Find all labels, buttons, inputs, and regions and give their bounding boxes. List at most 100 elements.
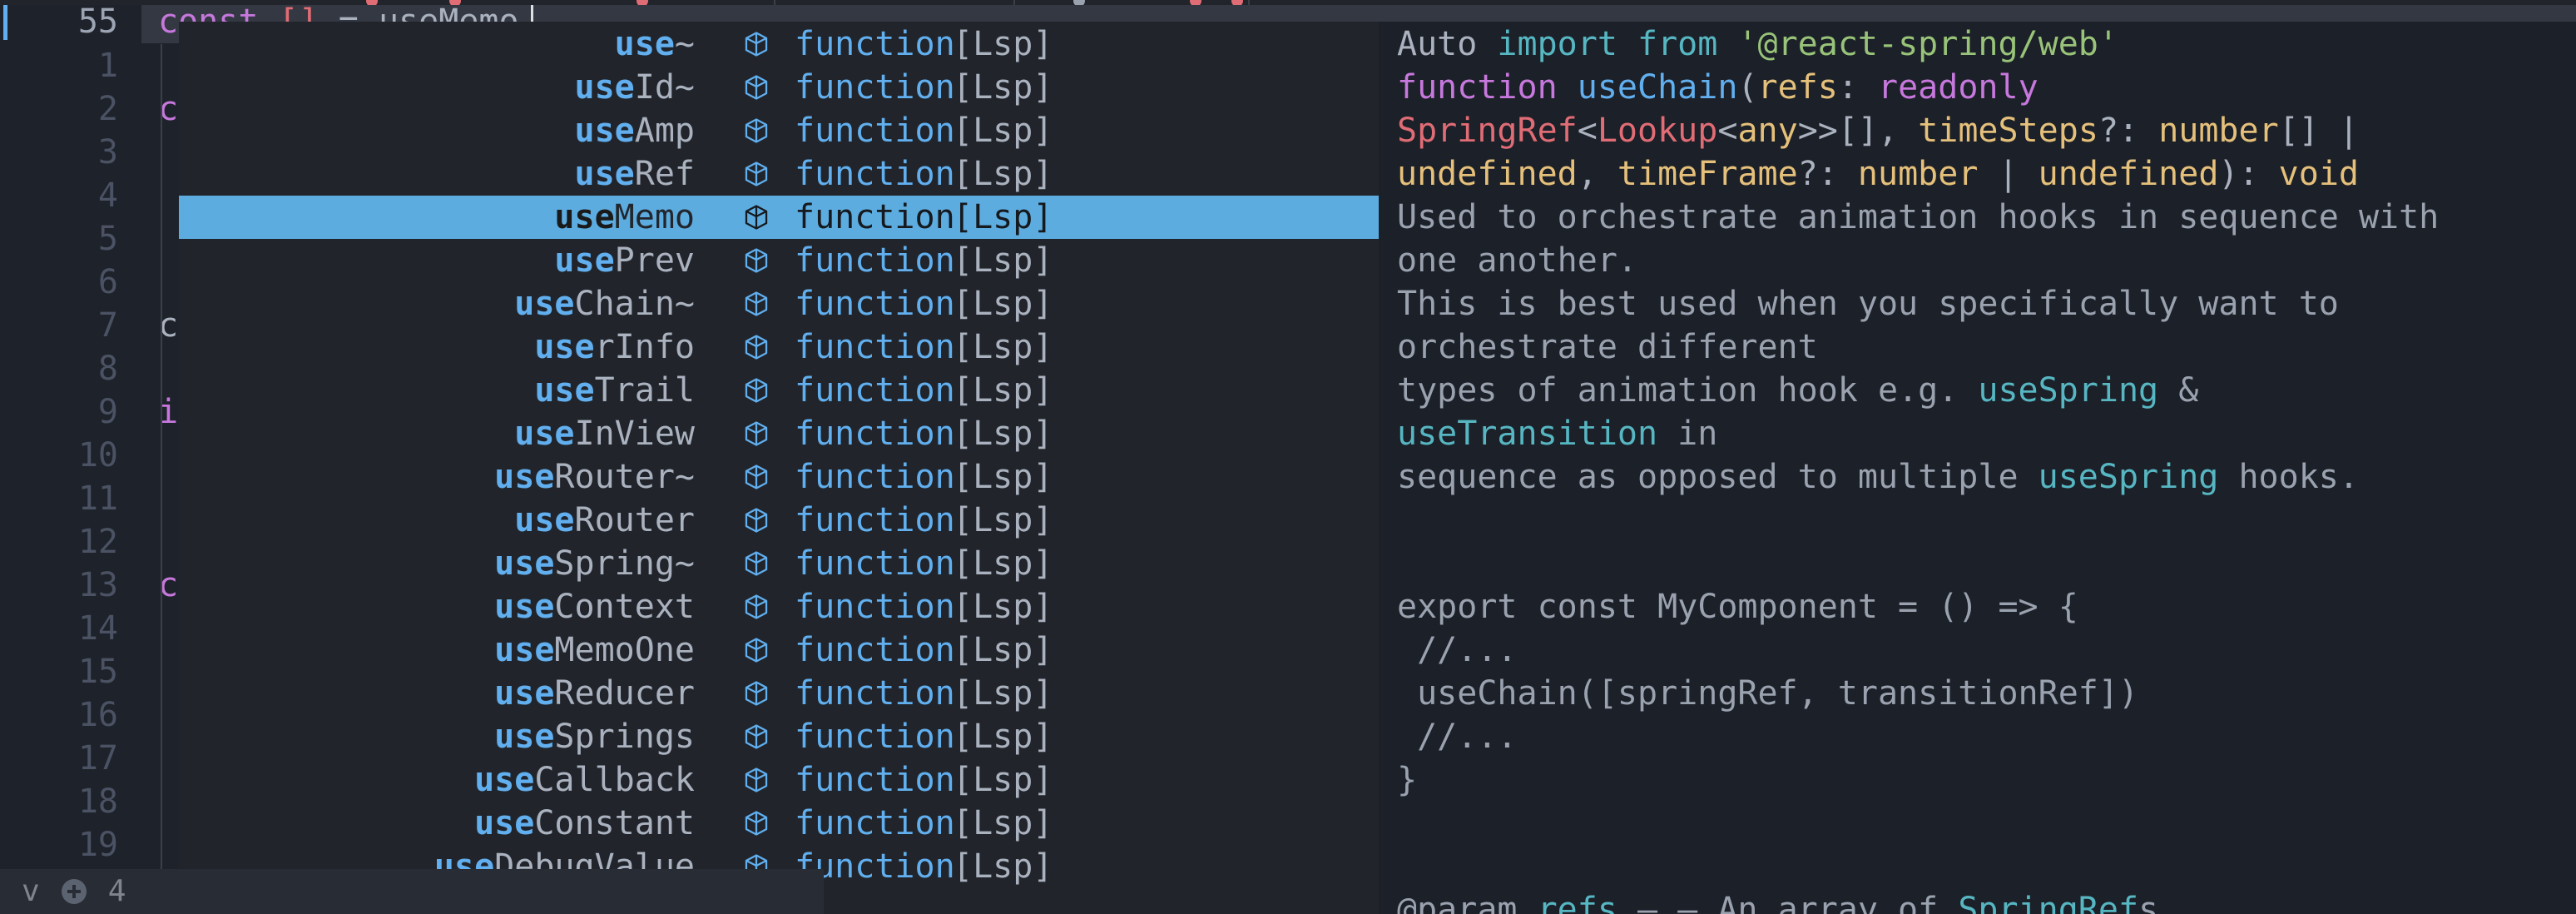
- completion-source: [Lsp]: [953, 198, 1053, 236]
- completion-item[interactable]: useTrail function [Lsp]: [179, 369, 1379, 412]
- completion-kind: function: [795, 588, 955, 626]
- doc-line: undefined, timeFrame?: number | undefine…: [1397, 152, 2359, 196]
- line-number: 18: [77, 782, 118, 821]
- documentation-panel[interactable]: Auto import from '@react-spring/web' func…: [1379, 22, 2576, 914]
- cube-icon: [738, 329, 775, 365]
- completion-item[interactable]: useAmp function [Lsp]: [179, 109, 1379, 152]
- completion-match-prefix: use: [514, 501, 575, 539]
- completion-kind: function: [795, 458, 955, 496]
- sliver-dot-3: [637, 0, 648, 5]
- doc-token: import from: [1497, 25, 1738, 63]
- doc-token: |: [1978, 155, 2039, 193]
- completion-item[interactable]: useChain~ function [Lsp]: [179, 282, 1379, 325]
- completion-item[interactable]: usePrev function [Lsp]: [179, 239, 1379, 282]
- completion-item[interactable]: useReducer function [Lsp]: [179, 672, 1379, 715]
- completion-match-prefix: use: [534, 328, 595, 366]
- completion-kind: function: [795, 674, 955, 713]
- completion-item[interactable]: useCallback function [Lsp]: [179, 758, 1379, 802]
- cube-icon: [738, 675, 775, 712]
- doc-token: types of animation hook e.g.: [1397, 371, 1979, 410]
- completion-label-rest: Router: [574, 501, 696, 539]
- completion-match-prefix: use: [534, 371, 595, 410]
- completion-item[interactable]: useSpring~ function [Lsp]: [179, 542, 1379, 585]
- completion-label-rest: InView: [574, 415, 696, 453]
- completion-label: useChain~: [179, 282, 695, 325]
- doc-token: s.: [2138, 891, 2179, 914]
- completion-item[interactable]: useRouter~ function [Lsp]: [179, 455, 1379, 499]
- doc-token: void: [2278, 155, 2359, 193]
- doc-token: useChain([springRef, transitionRef]): [1397, 674, 2139, 713]
- completion-item[interactable]: useContext function [Lsp]: [179, 585, 1379, 628]
- cube-icon: [738, 762, 775, 798]
- completion-item[interactable]: userInfo function [Lsp]: [179, 325, 1379, 369]
- doc-token: SpringRef: [1958, 891, 2139, 914]
- completion-source: [Lsp]: [953, 241, 1053, 280]
- doc-token: refs: [1537, 891, 1617, 914]
- completion-kind: function: [795, 501, 955, 539]
- completion-label: useRouter: [179, 499, 695, 542]
- completion-source: [Lsp]: [953, 804, 1053, 842]
- completion-kind: function: [795, 544, 955, 583]
- cube-icon: [738, 502, 775, 539]
- sliver-dot-4: [1073, 0, 1085, 5]
- completion-label: useReducer: [179, 672, 695, 715]
- sliver-separator-1: [774, 0, 775, 5]
- completion-item[interactable]: useSprings function [Lsp]: [179, 715, 1379, 758]
- doc-line: //...: [1397, 628, 1517, 672]
- completion-item[interactable]: useRef function [Lsp]: [179, 152, 1379, 196]
- doc-token: ?:: [1797, 155, 1858, 193]
- doc-line: export const MyComponent = () => {: [1397, 585, 2078, 628]
- doc-line: }: [1397, 758, 1417, 802]
- doc-line: orchestrate different: [1397, 325, 1818, 369]
- doc-token: function: [1397, 68, 1578, 107]
- completion-label-rest: MemoOne: [554, 631, 695, 669]
- doc-line: types of animation hook e.g. useSpring &: [1397, 369, 2198, 412]
- completion-label: userInfo: [179, 325, 695, 369]
- completion-match-prefix: use: [574, 155, 635, 193]
- completion-label: usePrev: [179, 239, 695, 282]
- autocomplete-popup[interactable]: use~ function [Lsp] useId~ function [Lsp] useA…: [179, 22, 1379, 914]
- completion-label-rest: rInfo: [594, 328, 695, 366]
- completion-label-rest: Context: [554, 588, 695, 626]
- completion-match-prefix: use: [574, 68, 635, 107]
- doc-line: Used to orchestrate animation hooks in s…: [1397, 196, 2439, 239]
- plus-circle-icon[interactable]: [61, 879, 87, 904]
- line-number: 14: [77, 609, 118, 648]
- line-number: 5: [97, 220, 118, 258]
- completion-item[interactable]: useMemo function [Lsp]: [179, 196, 1379, 239]
- doc-token: timeFrame: [1617, 155, 1798, 193]
- doc-token: (: [1737, 68, 1758, 107]
- completion-item[interactable]: useInView function [Lsp]: [179, 412, 1379, 455]
- sliver-separator-3: [1248, 0, 1250, 5]
- doc-token: ):: [2218, 155, 2279, 193]
- completion-kind: function: [795, 761, 955, 799]
- doc-line: one another.: [1397, 239, 1637, 282]
- doc-token: export const MyComponent = () => {: [1397, 588, 2078, 626]
- status-bar[interactable]: v 4: [0, 869, 824, 914]
- cube-icon: [738, 372, 775, 409]
- completion-label-rest: Id~: [634, 68, 695, 107]
- completion-label-rest: Memo: [614, 198, 695, 236]
- doc-token: useTransition: [1397, 415, 1658, 453]
- completion-item[interactable]: use~ function [Lsp]: [179, 22, 1379, 66]
- completion-item[interactable]: useRouter function [Lsp]: [179, 499, 1379, 542]
- doc-token: ,: [1577, 155, 1617, 193]
- completion-kind: function: [795, 371, 955, 410]
- completion-match-prefix: use: [554, 198, 615, 236]
- line-number: 55: [77, 2, 118, 41]
- doc-token: SpringRef: [1397, 112, 1578, 150]
- line-number: 10: [77, 436, 118, 474]
- completion-label: useContext: [179, 585, 695, 628]
- cube-icon: [738, 69, 775, 106]
- completion-item[interactable]: useMemoOne function [Lsp]: [179, 628, 1379, 672]
- completion-item[interactable]: useId~ function [Lsp]: [179, 66, 1379, 109]
- line-number: 19: [77, 826, 118, 864]
- doc-token: This is best used when you specifically …: [1397, 285, 2339, 323]
- doc-line: useChain([springRef, transitionRef]): [1397, 672, 2138, 715]
- line-number: 13: [77, 566, 118, 604]
- doc-token: any: [1737, 112, 1798, 150]
- completion-label: use~: [179, 22, 695, 66]
- completion-label: useSprings: [179, 715, 695, 758]
- completion-item[interactable]: useConstant function [Lsp]: [179, 802, 1379, 845]
- completion-match-prefix: use: [514, 285, 575, 323]
